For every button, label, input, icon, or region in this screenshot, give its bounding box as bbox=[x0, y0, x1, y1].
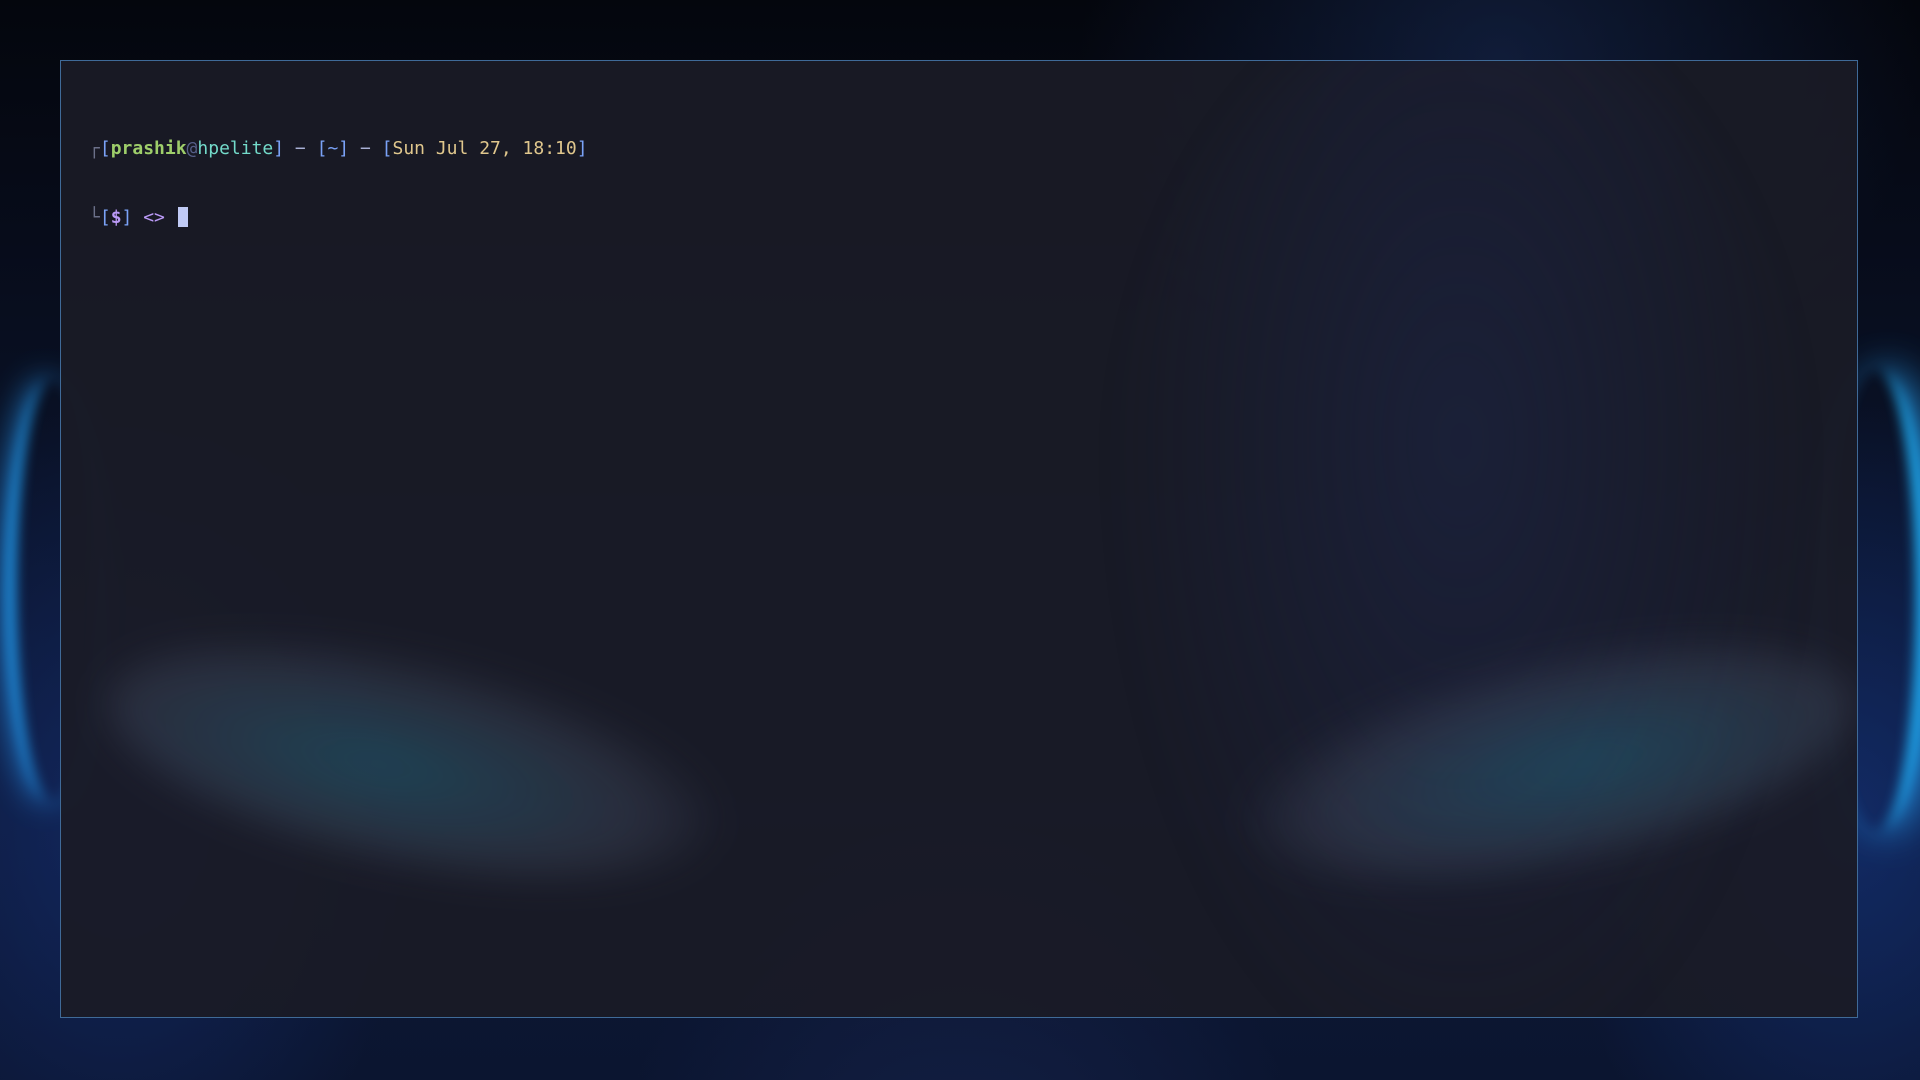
prompt-hostname: hpelite bbox=[197, 138, 274, 159]
prompt-bracket: ] bbox=[273, 138, 285, 159]
prompt-separator: − bbox=[349, 138, 382, 159]
prompt-bracket: [ bbox=[99, 138, 111, 159]
prompt-bracket: [ bbox=[99, 207, 111, 228]
prompt-bracket: ] bbox=[121, 207, 133, 228]
text-cursor[interactable] bbox=[177, 207, 188, 227]
prompt-username: prashik bbox=[110, 138, 187, 159]
prompt-datetime: Sun Jul 27, 18:10 bbox=[392, 138, 577, 159]
prompt-line-input[interactable]: └[$] <> bbox=[89, 206, 588, 229]
terminal-window[interactable]: ┌[prashik@hpelite] − [~] − [Sun Jul 27, … bbox=[60, 60, 1858, 1018]
shell-prompt: ┌[prashik@hpelite] − [~] − [Sun Jul 27, … bbox=[89, 91, 588, 275]
prompt-bracket: ] bbox=[576, 138, 588, 159]
prompt-bracket: [ bbox=[381, 138, 393, 159]
prompt-bracket: [ bbox=[316, 138, 328, 159]
prompt-cwd: ~ bbox=[327, 138, 339, 159]
prompt-box-corner-top: ┌ bbox=[89, 138, 100, 159]
prompt-symbol: $ bbox=[110, 207, 122, 228]
prompt-box-corner-bottom: └ bbox=[89, 207, 100, 228]
prompt-arrows: <> bbox=[132, 207, 176, 228]
prompt-line-info: ┌[prashik@hpelite] − [~] − [Sun Jul 27, … bbox=[89, 137, 588, 160]
wallpaper-showthrough-left-eye bbox=[86, 598, 736, 924]
prompt-bracket: ] bbox=[338, 138, 350, 159]
prompt-separator: − bbox=[284, 138, 317, 159]
prompt-at-sign: @ bbox=[186, 138, 198, 159]
